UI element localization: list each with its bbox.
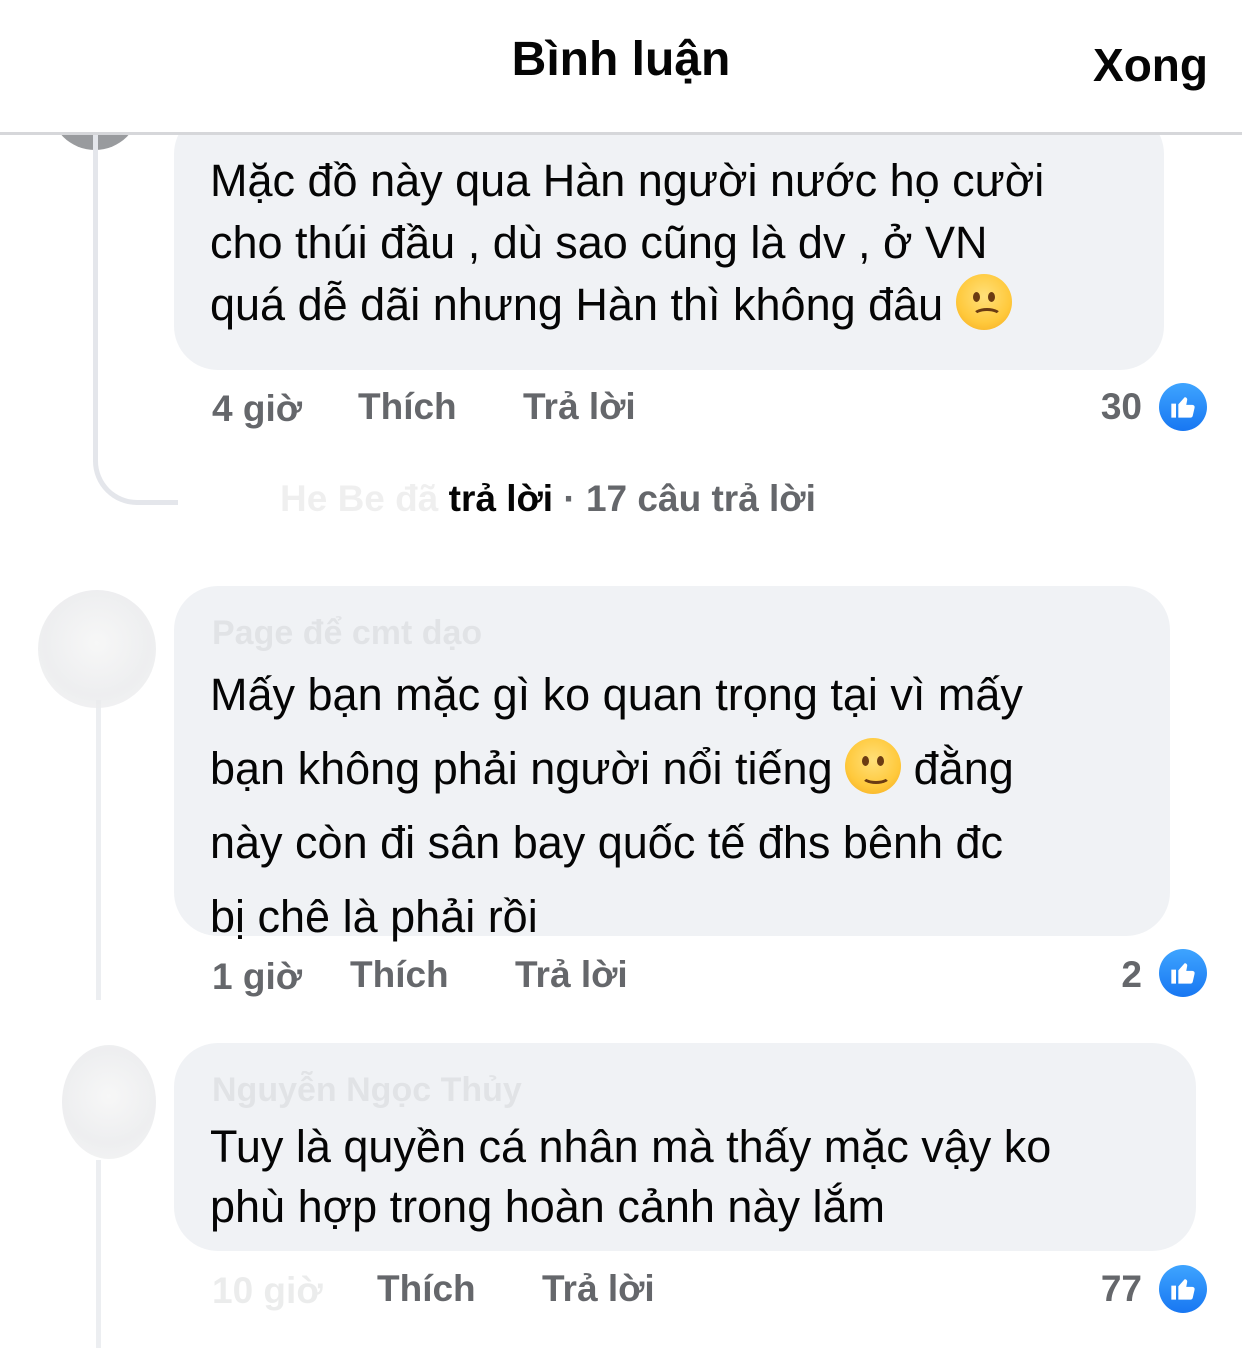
comment-author[interactable]: Nguyễn Ngọc Thủy: [212, 1071, 522, 1110]
replies-verb: trả lời: [448, 478, 554, 519]
like-button[interactable]: Thích: [377, 1268, 476, 1310]
frowning-face-icon: [955, 274, 1012, 330]
done-button[interactable]: Xong: [1093, 38, 1208, 92]
comment-text: Mấy bạn mặc gì ko quan trọng tại vì mấy …: [210, 658, 1023, 954]
avatar[interactable]: [38, 590, 156, 708]
replier-name: He Be: [280, 478, 385, 519]
like-count: 30: [1100, 386, 1142, 427]
like-count: 2: [1121, 954, 1142, 995]
comment-line: đằng: [913, 743, 1014, 794]
reply-button[interactable]: Trả lời: [542, 1268, 655, 1310]
avatar[interactable]: [62, 1045, 156, 1159]
thread-line: [96, 1160, 101, 1348]
page-title: Bình luận: [511, 33, 731, 86]
comment-bubble[interactable]: Nguyễn Ngọc Thủy Tuy là quyền cá nhân mà…: [174, 1043, 1196, 1251]
like-button[interactable]: Thích: [350, 954, 449, 996]
comment-line: này còn đi sân bay quốc tế đhs bênh đc: [210, 817, 1004, 868]
comment-line: quá dễ dãi nhưng Hàn thì không đâu: [210, 279, 944, 330]
comment-time: 4 giờ: [212, 388, 303, 429]
reply-button[interactable]: Trả lời: [515, 954, 628, 996]
thread-line: [96, 700, 101, 1000]
reply-button[interactable]: Trả lời: [523, 386, 636, 428]
comment-time: 1 giờ: [212, 956, 303, 997]
comment-line: bạn không phải người nổi tiếng: [210, 743, 833, 794]
like-thumb-icon: [1159, 383, 1207, 431]
comment-line: Mặc đồ này qua Hàn người nước họ cười: [210, 155, 1045, 206]
comments-header: Bình luận Xong: [0, 0, 1242, 135]
slightly-smiling-face-icon: [845, 738, 902, 794]
comment-bubble[interactable]: Page để cmt dạo Mấy bạn mặc gì ko quan t…: [174, 586, 1170, 942]
view-replies-link[interactable]: He Be đã trả lời · 17 câu trả lời: [280, 478, 816, 520]
comment-line: cho thúi đầu , dù sao cũng là dv , ở VN: [210, 217, 988, 268]
like-button[interactable]: Thích: [358, 386, 457, 428]
comment-line: bị chê là phải rồi: [210, 891, 538, 942]
thread-connector: [93, 100, 178, 505]
comment-line: Mấy bạn mặc gì ko quan trọng tại vì mấy: [210, 669, 1023, 720]
like-thumb-icon: [1159, 1265, 1207, 1313]
like-count: 77: [1100, 1268, 1142, 1309]
comment-author[interactable]: Page để cmt dạo: [212, 614, 482, 653]
comment-bubble[interactable]: Mặc đồ này qua Hàn người nước họ cười ch…: [174, 110, 1164, 370]
comment-text: Mặc đồ này qua Hàn người nước họ cười ch…: [210, 150, 1044, 336]
comment-time: 10 giờ: [212, 1270, 323, 1311]
replies-verb-prefix: đã: [395, 478, 439, 519]
comment-line: phù hợp trong hoàn cảnh này lắm: [210, 1181, 885, 1232]
comment-line: Tuy là quyền cá nhân mà thấy mặc vậy ko: [210, 1121, 1052, 1172]
comment-text: Tuy là quyền cá nhân mà thấy mặc vậy ko …: [210, 1117, 1051, 1237]
like-thumb-icon: [1159, 949, 1207, 997]
replies-count: · 17 câu trả lời: [563, 478, 816, 519]
